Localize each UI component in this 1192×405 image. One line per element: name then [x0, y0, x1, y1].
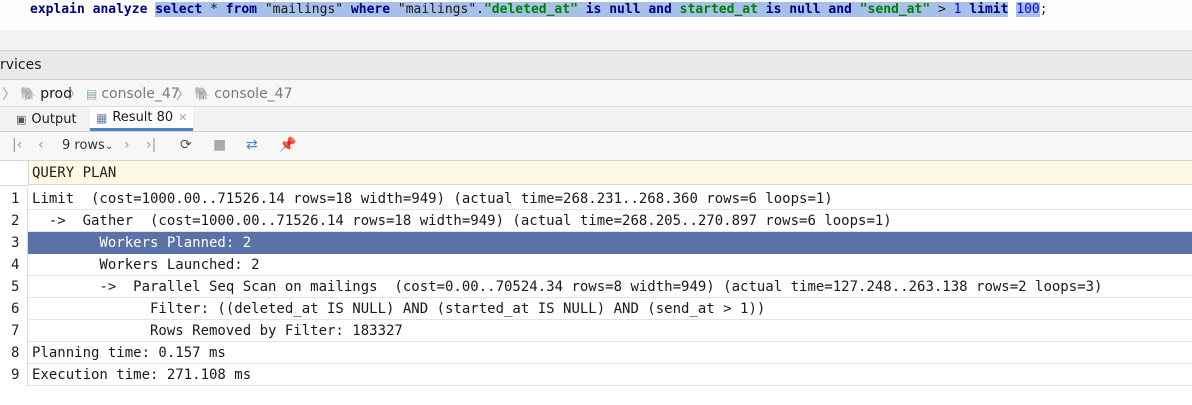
code-number: 1: [953, 2, 962, 17]
table-cell[interactable]: -> Parallel Seq Scan on mailings (cost=0…: [28, 276, 1192, 298]
code-identifier: "send_at": [859, 2, 931, 17]
row-number: 4: [0, 254, 28, 276]
services-panel-header: rvices: [0, 51, 1192, 80]
chevron-right-icon: 〉: [176, 87, 190, 103]
close-icon[interactable]: ✕: [178, 111, 187, 124]
selected-query: select * from "mailings" where "mailings…: [155, 2, 970, 17]
next-page-icon[interactable]: ›: [124, 137, 130, 153]
console-icon: ▤: [86, 87, 98, 101]
table-icon: ▦: [96, 110, 108, 125]
code-text: "mailings": [257, 2, 351, 17]
previous-page-icon[interactable]: ‹: [38, 137, 44, 153]
table-cell[interactable]: Execution time: 271.108 ms: [28, 364, 1192, 386]
stop-icon[interactable]: ■: [213, 137, 226, 153]
code-text: ;: [1039, 2, 1048, 17]
code-line-1[interactable]: explain analyze select * from "mailings"…: [30, 1, 1048, 19]
table-cell[interactable]: Limit (cost=1000.00..71526.14 rows=18 wi…: [28, 188, 1192, 210]
keyword-null: null: [609, 2, 641, 17]
table-cell[interactable]: Rows Removed by Filter: 183327: [28, 320, 1192, 342]
keyword-null: null: [789, 2, 821, 17]
breadcrumb-item-console-2[interactable]: 〉 🐘 console_47: [176, 84, 293, 104]
keyword-where: where: [350, 2, 391, 17]
breadcrumb-item-console[interactable]: 〉 ▤ console_47: [68, 84, 180, 104]
code-identifier: started_at: [679, 2, 758, 17]
chevron-down-icon: ⌄: [104, 141, 114, 152]
results-toolbar: |‹ ‹ 9 rows⌄ › ›| ⟳ ■ ⇄ 📌: [0, 132, 1192, 161]
chevron-right-icon: 〉: [68, 87, 82, 103]
table-row[interactable]: 1 Limit (cost=1000.00..71526.14 rows=18 …: [0, 188, 1192, 210]
column-header-query-plan[interactable]: QUERY PLAN: [28, 161, 1192, 185]
keyword-select: select: [155, 2, 203, 17]
rows-count-label: 9 rows: [62, 138, 105, 153]
row-number: 3: [0, 232, 28, 254]
keyword-and: and: [640, 2, 680, 17]
rows-count-dropdown[interactable]: 9 rows⌄: [62, 138, 113, 153]
tab-output[interactable]: ▣ Output: [10, 107, 83, 131]
splitter[interactable]: [0, 30, 1192, 51]
table-cell[interactable]: -> Gather (cost=1000.00..71526.14 rows=1…: [28, 210, 1192, 232]
row-number: 1: [0, 188, 28, 210]
code-text: *: [202, 2, 226, 17]
row-number: 6: [0, 298, 28, 320]
output-icon: ▣: [16, 112, 27, 126]
chevron-right-icon: 〉: [2, 87, 16, 103]
breadcrumb-item-prod[interactable]: 〉 🐘 prod: [2, 84, 72, 104]
table-row-selected[interactable]: 3 Workers Planned: 2: [0, 232, 1192, 254]
transpose-icon[interactable]: ⇄: [246, 137, 258, 153]
keyword-from: from: [225, 2, 257, 17]
table-row[interactable]: 2 -> Gather (cost=1000.00..71526.14 rows…: [0, 210, 1192, 232]
code-number: 100: [1016, 2, 1040, 17]
result-tabs: ▣ Output ▦ Result 80 ✕: [0, 107, 1192, 132]
table-row[interactable]: 7 Rows Removed by Filter: 183327: [0, 320, 1192, 342]
breadcrumb: 〉 🐘 prod 〉 ▤ console_47 〉 🐘 console_47: [0, 80, 1192, 107]
row-number: 7: [0, 320, 28, 342]
keyword-and: and: [820, 2, 860, 17]
keyword-is: is: [577, 2, 610, 17]
code-text: "mailings".: [390, 2, 484, 17]
row-number: 9: [0, 364, 28, 386]
table-cell[interactable]: Planning time: 0.157 ms: [28, 342, 1192, 364]
keyword-limit: limit: [969, 2, 1009, 17]
table-cell[interactable]: Workers Launched: 2: [28, 254, 1192, 276]
tab-label: Result 80: [112, 110, 174, 125]
tab-label: Output: [31, 111, 77, 127]
services-title: rvices: [0, 57, 42, 73]
sql-editor[interactable]: explain analyze select * from "mailings"…: [0, 0, 1192, 30]
row-number: 8: [0, 342, 28, 364]
refresh-icon[interactable]: ⟳: [180, 137, 192, 153]
keyword-is: is: [757, 2, 790, 17]
pin-icon[interactable]: 📌: [279, 137, 296, 153]
results-grid[interactable]: QUERY PLAN 1 Limit (cost=1000.00..71526.…: [0, 161, 1192, 405]
breadcrumb-label: console_47: [214, 86, 293, 102]
row-number: 5: [0, 276, 28, 298]
row-number: 2: [0, 210, 28, 232]
table-row[interactable]: 6 Filter: ((deleted_at IS NULL) AND (sta…: [0, 298, 1192, 320]
last-page-icon[interactable]: ›|: [146, 137, 156, 153]
table-row[interactable]: 9 Execution time: 271.108 ms: [0, 364, 1192, 386]
table-cell[interactable]: Filter: ((deleted_at IS NULL) AND (start…: [28, 298, 1192, 320]
table-row[interactable]: 8 Planning time: 0.157 ms: [0, 342, 1192, 364]
table-cell[interactable]: Workers Planned: 2: [28, 232, 1192, 254]
postgres-icon: 🐘: [194, 86, 211, 102]
code-identifier: "deleted_at": [483, 2, 578, 17]
table-row[interactable]: 4 Workers Launched: 2: [0, 254, 1192, 276]
first-page-icon[interactable]: |‹: [12, 137, 22, 153]
grid-corner: [0, 161, 29, 186]
breadcrumb-label: console_47: [101, 86, 180, 102]
code-text: >: [930, 2, 954, 17]
keyword-explain-analyze: explain analyze: [30, 2, 148, 17]
table-row[interactable]: 5 -> Parallel Seq Scan on mailings (cost…: [0, 276, 1192, 298]
tab-result[interactable]: ▦ Result 80 ✕: [90, 107, 194, 131]
postgres-icon: 🐘: [20, 86, 37, 102]
